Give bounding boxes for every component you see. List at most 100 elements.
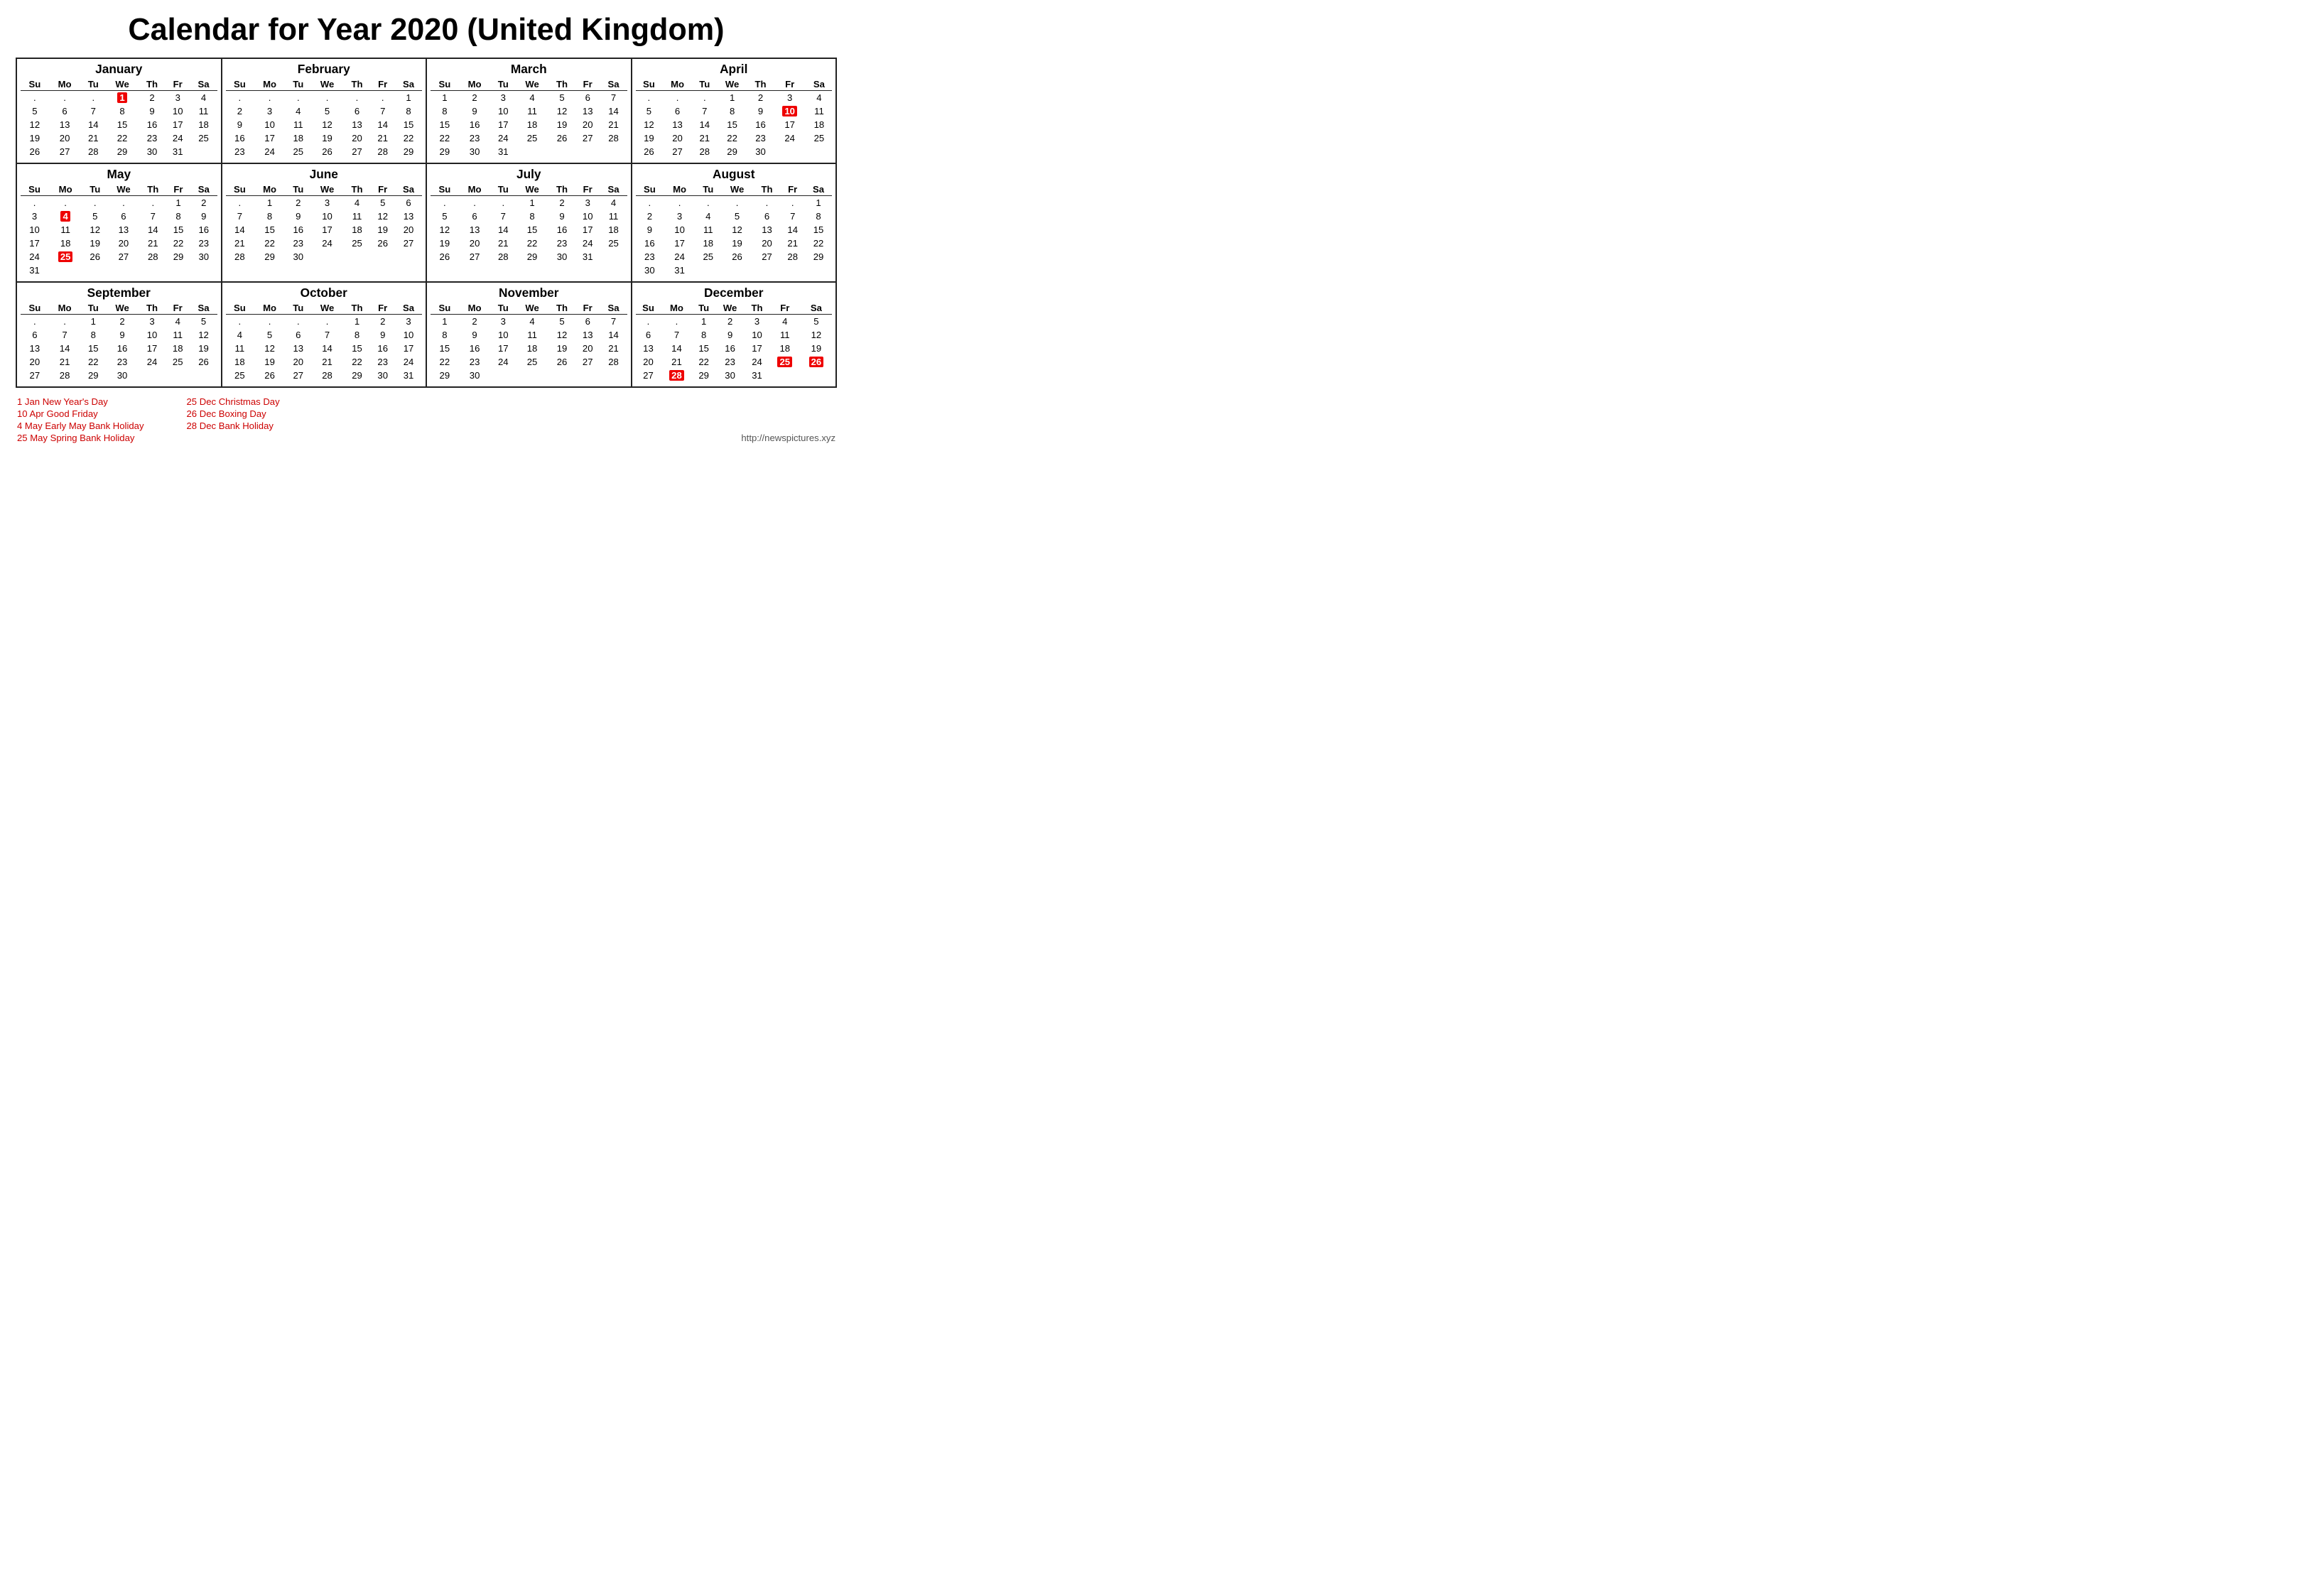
day-header: Th: [548, 183, 575, 196]
calendar-table: SuMoTuWeThFrSa.....123456789101112131415…: [21, 183, 217, 277]
day-header: Sa: [600, 78, 627, 91]
calendar-day: 7: [600, 315, 627, 329]
table-row: ..12345: [21, 315, 217, 329]
day-header: Tu: [80, 302, 106, 315]
calendar-day: [516, 369, 548, 382]
day-header: Tu: [286, 302, 311, 315]
table-row: 16171819202122: [226, 131, 423, 145]
calendar-day: 14: [226, 223, 254, 237]
footer-columns: 1 Jan New Year's Day10 Apr Good Friday4 …: [17, 396, 280, 443]
calendar-day: .: [693, 91, 717, 105]
calendar-day: 27: [107, 250, 139, 264]
calendar-day: [575, 145, 600, 158]
holiday-day: 1: [117, 92, 126, 103]
calendar-day: 19: [82, 237, 107, 250]
calendar-day: 29: [693, 369, 715, 382]
calendar-day: 13: [662, 118, 693, 131]
calendar-day: 15: [166, 223, 190, 237]
calendar-day: 20: [49, 131, 81, 145]
calendar-day: 2: [286, 196, 311, 210]
day-header: Tu: [286, 78, 311, 91]
calendar-day: 29: [254, 250, 286, 264]
day-header: We: [106, 78, 139, 91]
holidays-left: 1 Jan New Year's Day10 Apr Good Friday4 …: [17, 396, 144, 443]
calendar-day: 23: [459, 131, 491, 145]
table-row: 23242526272829: [226, 145, 423, 158]
day-header: Sa: [395, 183, 422, 196]
calendar-day: 12: [431, 223, 459, 237]
calendar-day: 14: [600, 328, 627, 342]
calendar-day: 29: [395, 145, 422, 158]
table-row: 10111213141516: [21, 223, 217, 237]
calendar-day: 24: [490, 131, 516, 145]
day-header: We: [107, 183, 139, 196]
calendar-day: 17: [774, 118, 806, 131]
month-block-august: AugustSuMoTuWeThFrSa......12345678910111…: [632, 164, 838, 283]
day-header: Th: [754, 183, 781, 196]
calendar-day: 11: [48, 223, 82, 237]
calendar-day: [548, 369, 575, 382]
table-row: ......1: [636, 196, 833, 210]
calendar-day: 28: [370, 145, 395, 158]
day-header: Mo: [661, 302, 692, 315]
calendar-day: 30: [747, 145, 773, 158]
day-header: We: [516, 78, 548, 91]
calendar-day: 6: [21, 328, 49, 342]
day-header: Th: [745, 302, 769, 315]
day-header: Fr: [575, 302, 600, 315]
table-row: 12131415161718: [431, 223, 627, 237]
holiday-item: 1 Jan New Year's Day: [17, 396, 144, 407]
calendar-table: SuMoTuWeThFrSa.1234567891011121314151617…: [226, 183, 423, 264]
calendar-day: 17: [664, 237, 696, 250]
holiday-day: 28: [669, 370, 684, 381]
calendar-day: 4: [166, 315, 190, 329]
calendar-day: 27: [575, 355, 600, 369]
calendar-day: 8: [717, 104, 748, 118]
calendar-day: 5: [21, 104, 49, 118]
calendar-day: 18: [190, 118, 217, 131]
calendar-day: [190, 264, 217, 277]
calendar-day: 8: [166, 210, 190, 223]
calendar-day: 28: [311, 369, 344, 382]
calendar-day: 3: [395, 315, 422, 329]
calendar-day: 4: [516, 315, 548, 329]
calendar-day: .: [254, 315, 286, 329]
calendar-day: 4: [226, 328, 254, 342]
calendar-day: .: [21, 196, 48, 210]
calendar-day: 10: [395, 328, 422, 342]
calendar-day: 25: [696, 250, 721, 264]
day-header: Mo: [254, 78, 286, 91]
table-row: ...1234: [21, 91, 217, 105]
calendar-day: 25: [600, 237, 627, 250]
calendar-day: 19: [548, 118, 575, 131]
calendar-day: .: [311, 315, 344, 329]
calendar-day: 21: [693, 131, 717, 145]
month-block-july: JulySuMoTuWeThFrSa...1234567891011121314…: [427, 164, 632, 283]
calendar-day: [805, 264, 832, 277]
month-block-april: AprilSuMoTuWeThFrSa...123456789101112131…: [632, 59, 838, 164]
calendar-day: 12: [801, 328, 832, 342]
calendar-day: 21: [600, 118, 627, 131]
calendar-day: [48, 264, 82, 277]
calendar-day: 3: [139, 315, 166, 329]
calendar-day: 2: [636, 210, 664, 223]
calendar-day: 19: [21, 131, 49, 145]
calendar-day: 12: [190, 328, 217, 342]
calendar-day: 11: [516, 104, 548, 118]
holiday-day: 25: [58, 251, 73, 262]
calendar-day: 21: [661, 355, 692, 369]
calendar-day: .: [226, 91, 254, 105]
calendar-day: 30: [370, 369, 395, 382]
calendar-day: 19: [254, 355, 286, 369]
month-block-september: SeptemberSuMoTuWeThFrSa..123456789101112…: [17, 283, 222, 388]
table-row: ..12345: [636, 315, 833, 329]
day-header: Th: [344, 302, 371, 315]
calendar-day: 29: [431, 369, 459, 382]
calendar-day: 2: [459, 91, 491, 105]
calendar-day: 6: [107, 210, 139, 223]
calendar-day: 31: [166, 145, 190, 158]
calendar-day: 9: [226, 118, 254, 131]
calendar-day: 25: [516, 355, 548, 369]
day-header: Fr: [166, 78, 190, 91]
calendar-day: 30: [106, 369, 139, 382]
